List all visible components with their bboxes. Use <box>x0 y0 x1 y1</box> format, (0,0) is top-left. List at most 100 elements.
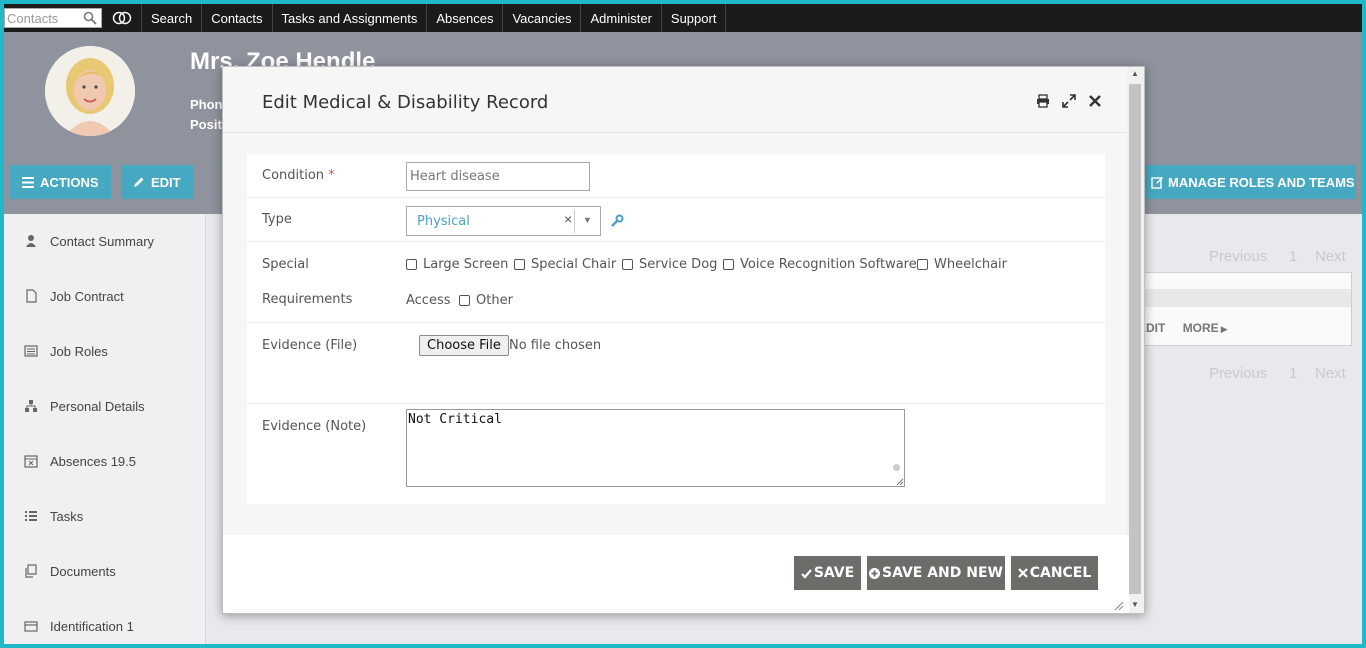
sidebar: Contact Summary Job Contract Job Roles P… <box>4 214 206 644</box>
option-special-chair[interactable]: Special Chair <box>514 257 616 272</box>
rings-icon[interactable] <box>102 4 142 32</box>
phone-label: Phon <box>190 97 223 112</box>
expand-icon[interactable] <box>1062 94 1076 108</box>
file-status: No file chosen <box>509 338 602 353</box>
nav-search[interactable]: Search <box>142 4 203 32</box>
sidebar-item-contact-summary[interactable]: Contact Summary <box>4 226 206 256</box>
sidebar-item-absences[interactable]: Absences 19.5 <box>4 446 206 476</box>
save-button[interactable]: SAVE <box>794 556 861 590</box>
select-divider <box>574 209 575 233</box>
option-label: Wheelchair <box>934 257 1008 272</box>
option-large-screen[interactable]: Large Screen <box>406 257 508 272</box>
evidence-note-textarea[interactable]: Not Critical <box>406 409 905 487</box>
caret-right-icon: ▶ <box>1220 324 1228 334</box>
checkbox[interactable] <box>459 295 470 306</box>
documents-icon <box>25 564 37 578</box>
manage-roles-button[interactable]: MANAGE ROLES AND TEAMS <box>1145 165 1356 199</box>
sidebar-item-label: Job Roles <box>50 343 108 359</box>
checkbox[interactable] <box>514 259 525 270</box>
sidebar-item-label: Job Contract <box>50 288 124 304</box>
user-icon <box>26 235 36 247</box>
close-icon[interactable] <box>1088 94 1102 108</box>
modal-scrollbar[interactable]: ▲ ▼ <box>1127 67 1144 613</box>
sidebar-item-label: Tasks <box>50 508 84 524</box>
sidebar-item-label: Personal Details <box>50 398 145 414</box>
condition-row: Condition * Heart disease <box>247 154 1105 198</box>
pencil-icon <box>134 177 144 187</box>
dropdown-arrow-icon[interactable]: ▼ <box>583 215 592 225</box>
bg-page-number-2: 1 <box>1289 365 1298 382</box>
condition-input[interactable]: Heart disease <box>406 162 590 191</box>
checkbox[interactable] <box>406 259 417 270</box>
actions-label: ACTIONS <box>40 174 99 190</box>
sidebar-item-personal-details[interactable]: Personal Details <box>4 391 206 421</box>
sidebar-item-identification[interactable]: Identification 1 <box>4 611 206 641</box>
sidebar-item-label: Documents <box>50 563 116 579</box>
sidebar-item-job-contract[interactable]: Job Contract <box>4 281 206 311</box>
actions-button[interactable]: ACTIONS <box>10 165 111 199</box>
modal-resize-icon[interactable] <box>1114 601 1124 611</box>
type-select[interactable]: Physical × ▼ <box>406 206 601 236</box>
bg-next-link-2[interactable]: Next <box>1315 365 1346 382</box>
file-icon <box>26 289 37 303</box>
evidence-file-label: Evidence (File) <box>262 338 358 353</box>
id-card-icon <box>24 621 38 632</box>
modal-footer: SAVE SAVE AND NEW CANCEL <box>223 535 1129 613</box>
bg-prev-link[interactable]: Previous <box>1209 248 1267 265</box>
choose-file-button[interactable]: Choose File <box>419 335 509 356</box>
resize-handle-icon[interactable] <box>896 478 904 486</box>
nav-support[interactable]: Support <box>662 4 727 32</box>
special-label: Special <box>262 257 309 272</box>
app-frame: Search Contacts Tasks and Assignments Ab… <box>4 4 1362 644</box>
option-wheelchair[interactable]: Wheelchair <box>917 257 1007 272</box>
requirements-label: Requirements <box>262 292 353 307</box>
bg-next-link[interactable]: Next <box>1315 248 1346 265</box>
nav-contacts[interactable]: Contacts <box>202 4 273 32</box>
bg-panel-ops: EDIT MORE ▶ <box>1138 321 1228 335</box>
checkbox[interactable] <box>917 259 928 270</box>
clear-icon[interactable]: × <box>564 211 572 227</box>
nav-absences[interactable]: Absences <box>427 4 504 32</box>
scroll-down-icon[interactable]: ▼ <box>1131 600 1139 609</box>
bg-panel-strip <box>1138 289 1351 307</box>
bg-prev-link-2[interactable]: Previous <box>1209 365 1267 382</box>
option-other[interactable]: Other <box>459 293 513 308</box>
contact-search-input[interactable] <box>5 9 83 27</box>
scroll-up-icon[interactable]: ▲ <box>1131 69 1139 78</box>
checkbox[interactable] <box>723 259 734 270</box>
checkbox[interactable] <box>622 259 633 270</box>
contact-search[interactable] <box>4 8 102 28</box>
sidebar-item-tasks[interactable]: Tasks <box>4 501 206 531</box>
save-and-new-label: SAVE AND NEW <box>881 565 1003 581</box>
option-label: Other <box>476 293 513 308</box>
save-and-new-button[interactable]: SAVE AND NEW <box>867 556 1005 590</box>
type-selected-value: Physical <box>417 214 470 229</box>
edit-label: EDIT <box>151 174 181 190</box>
sidebar-item-job-roles[interactable]: Job Roles <box>4 336 206 366</box>
print-icon[interactable] <box>1036 94 1050 108</box>
bg-panel: EDIT MORE ▶ <box>1138 272 1352 346</box>
edit-record-modal: Edit Medical & Disability Record ▲ ▼ Con… <box>222 66 1145 614</box>
nav-administer[interactable]: Administer <box>581 4 662 32</box>
list-icon <box>25 511 37 521</box>
nav-vacancies[interactable]: Vacancies <box>503 4 582 32</box>
x-icon <box>1017 568 1028 578</box>
option-label: Large Screen <box>423 257 509 272</box>
edit-button[interactable]: EDIT <box>121 165 193 199</box>
option-voice-recognition[interactable]: Voice Recognition Software <box>723 257 917 272</box>
position-label: Posit <box>190 117 222 132</box>
sidebar-item-label: Contact Summary <box>50 233 155 249</box>
wrench-icon[interactable] <box>610 214 624 228</box>
option-label: Special Chair <box>531 257 617 272</box>
evidence-note-row: Evidence (Note) Not Critical <box>247 404 1105 504</box>
sidebar-item-documents[interactable]: Documents <box>4 556 206 586</box>
bg-more-link[interactable]: MORE <box>1183 321 1219 335</box>
nav-tasks-assignments[interactable]: Tasks and Assignments <box>273 4 428 32</box>
avatar <box>45 46 135 136</box>
option-service-dog[interactable]: Service Dog <box>622 257 717 272</box>
cancel-label: CANCEL <box>1029 565 1092 581</box>
search-icon[interactable] <box>83 11 97 25</box>
scroll-thumb[interactable] <box>1129 84 1141 594</box>
cancel-button[interactable]: CANCEL <box>1011 556 1098 590</box>
medical-record-form: Condition * Heart disease Type Physical … <box>247 154 1105 504</box>
